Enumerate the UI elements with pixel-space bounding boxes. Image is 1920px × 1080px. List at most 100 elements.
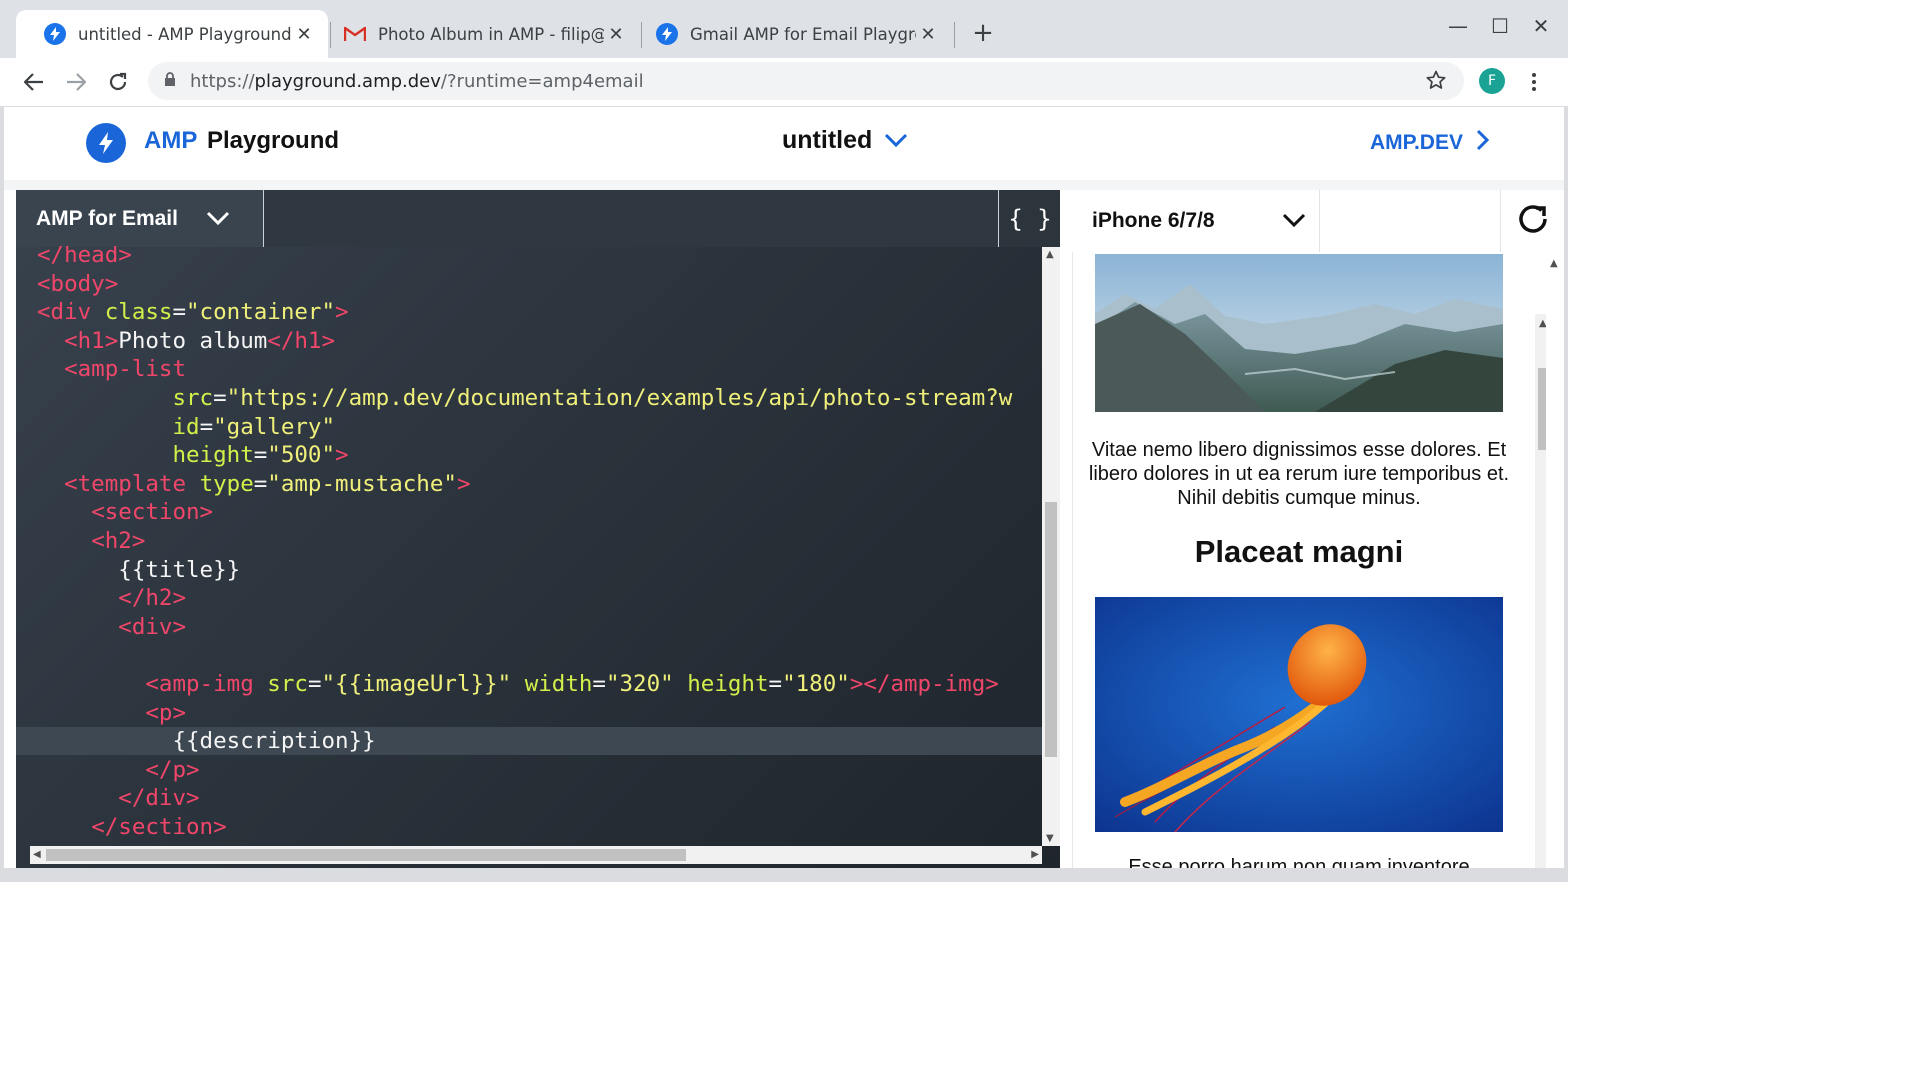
lock-icon: [164, 71, 176, 92]
code-token: >: [456, 470, 471, 497]
close-tab-icon[interactable]: ✕: [292, 24, 316, 45]
tab-gmail-amp-playground[interactable]: Gmail AMP for Email Playgro ✕: [642, 10, 952, 58]
preview-frame: Vitae nemo libero dignissimos esse dolor…: [1072, 252, 1553, 868]
code-line[interactable]: </p>: [16, 756, 1042, 784]
close-tab-icon[interactable]: ✕: [916, 24, 940, 45]
minimize-window-icon[interactable]: —: [1443, 14, 1473, 38]
profile-avatar[interactable]: F: [1479, 68, 1505, 94]
code-token: </div>: [118, 785, 200, 812]
code-token: </h2>: [118, 585, 187, 612]
scroll-up-icon[interactable]: ▲: [1550, 258, 1558, 269]
forward-arrow-icon[interactable]: [62, 68, 90, 96]
code-token: "{{imageUrl}}": [321, 671, 525, 697]
code-line[interactable]: <template type="amp-mustache">: [16, 470, 1042, 498]
scroll-right-icon[interactable]: ▶: [1031, 849, 1039, 860]
code-token: =: [592, 671, 606, 697]
browser-toolbar: https://playground.amp.dev/?runtime=amp4…: [0, 58, 1568, 107]
code-token: <amp-list: [64, 356, 187, 383]
refresh-preview-button[interactable]: [1500, 190, 1565, 252]
device-label: iPhone 6/7/8: [1092, 209, 1215, 232]
code-token: =: [307, 671, 322, 697]
ampdev-link-label: AMP.DEV: [1370, 131, 1463, 154]
code-token: =: [253, 470, 268, 497]
code-line[interactable]: </head>: [16, 246, 1042, 269]
code-line[interactable]: <body>: [16, 270, 1042, 298]
code-token: <template: [64, 470, 200, 497]
code-line[interactable]: src="https://amp.dev/documentation/examp…: [16, 384, 1042, 412]
code-token: =: [768, 671, 783, 697]
code-token: width: [524, 671, 593, 697]
scroll-up-icon[interactable]: ▲: [1046, 249, 1054, 260]
code-token: <body>: [37, 270, 119, 297]
chevron-down-icon: [206, 208, 230, 232]
preview-panel: iPhone 6/7/8 Vitae nemo libero dignissim…: [1060, 190, 1564, 868]
scroll-left-icon[interactable]: ◀: [33, 849, 41, 860]
maximize-window-icon[interactable]: ☐: [1485, 14, 1515, 38]
scroll-down-icon[interactable]: ▼: [1046, 833, 1054, 844]
code-token: height: [687, 671, 769, 697]
code-line[interactable]: </h2>: [16, 584, 1042, 612]
code-line[interactable]: <amp-list: [16, 355, 1042, 383]
code-line[interactable]: <h1>Photo album</h1>: [16, 327, 1042, 355]
bookmark-star-icon[interactable]: [1426, 70, 1446, 95]
new-tab-button[interactable]: +: [968, 18, 998, 48]
code-line[interactable]: <div>: [16, 613, 1042, 641]
code-line[interactable]: <amp-img src="{{imageUrl}}" width="320" …: [16, 670, 1042, 698]
code-line[interactable]: </div>: [16, 784, 1042, 812]
amp-bolt-icon: [656, 23, 678, 45]
tab-photo-album[interactable]: Photo Album in AMP - filip@g ✕: [330, 10, 640, 58]
amp-logo-icon[interactable]: [86, 123, 126, 163]
code-line[interactable]: <div class="container">: [16, 298, 1042, 326]
document-title-dropdown[interactable]: untitled: [782, 126, 908, 155]
address-bar[interactable]: https://playground.amp.dev/?runtime=amp4…: [148, 62, 1464, 100]
code-token: "gallery": [213, 413, 336, 440]
code-token: </head>: [37, 246, 132, 268]
close-window-icon[interactable]: ✕: [1526, 14, 1556, 38]
format-select[interactable]: AMP for Email: [16, 190, 264, 247]
code-token: src: [172, 385, 214, 411]
code-line[interactable]: </section>: [16, 813, 1042, 841]
code-area[interactable]: </head> <body> <div class="container"> <h1…: [16, 246, 1042, 842]
url-path: /?runtime=amp4email: [440, 70, 644, 92]
ampdev-link[interactable]: AMP.DEV: [1370, 129, 1490, 157]
tab-amp-playground[interactable]: untitled - AMP Playground ✕: [16, 10, 328, 58]
code-line[interactable]: id="gallery": [16, 413, 1042, 441]
code-token: "500": [267, 442, 336, 469]
device-select[interactable]: iPhone 6/7/8: [1060, 190, 1320, 252]
brand-amp: AMP: [144, 127, 198, 154]
tab-title: Photo Album in AMP - filip@g: [378, 24, 604, 44]
code-token: </p>: [145, 756, 200, 783]
browser-menu-icon[interactable]: [1524, 70, 1544, 94]
code-line[interactable]: height="500">: [16, 441, 1042, 469]
close-tab-icon[interactable]: ✕: [604, 24, 628, 45]
code-token: =: [172, 299, 187, 326]
editor-vertical-scrollbar[interactable]: ▲ ▼: [1042, 247, 1060, 846]
back-arrow-icon[interactable]: [20, 68, 48, 96]
editor-horizontal-scrollbar[interactable]: ◀ ▶: [30, 846, 1042, 864]
code-line[interactable]: {{description}}: [16, 727, 1042, 756]
code-token: height: [172, 442, 254, 469]
format-code-button[interactable]: { }: [998, 190, 1060, 247]
mountain-landscape-image: [1095, 254, 1503, 412]
gmail-icon: [344, 23, 366, 45]
code-token: </section>: [91, 814, 227, 840]
code-line[interactable]: <h2>: [16, 527, 1042, 555]
code-line[interactable]: <p>: [16, 699, 1042, 727]
code-token: </h1>: [267, 327, 336, 354]
window-border: [0, 106, 4, 870]
scrollbar-thumb[interactable]: [46, 849, 686, 861]
page-scrollbar[interactable]: ▲: [1546, 252, 1564, 868]
code-line[interactable]: [16, 641, 1042, 669]
reload-icon[interactable]: [104, 68, 132, 96]
code-line[interactable]: {{title}}: [16, 556, 1042, 584]
photo-description: Vitae nemo libero dignissimos esse dolor…: [1088, 439, 1510, 509]
code-line[interactable]: <section>: [16, 498, 1042, 526]
amp-bolt-icon: [44, 23, 66, 45]
scrollbar-thumb[interactable]: [1045, 502, 1057, 757]
